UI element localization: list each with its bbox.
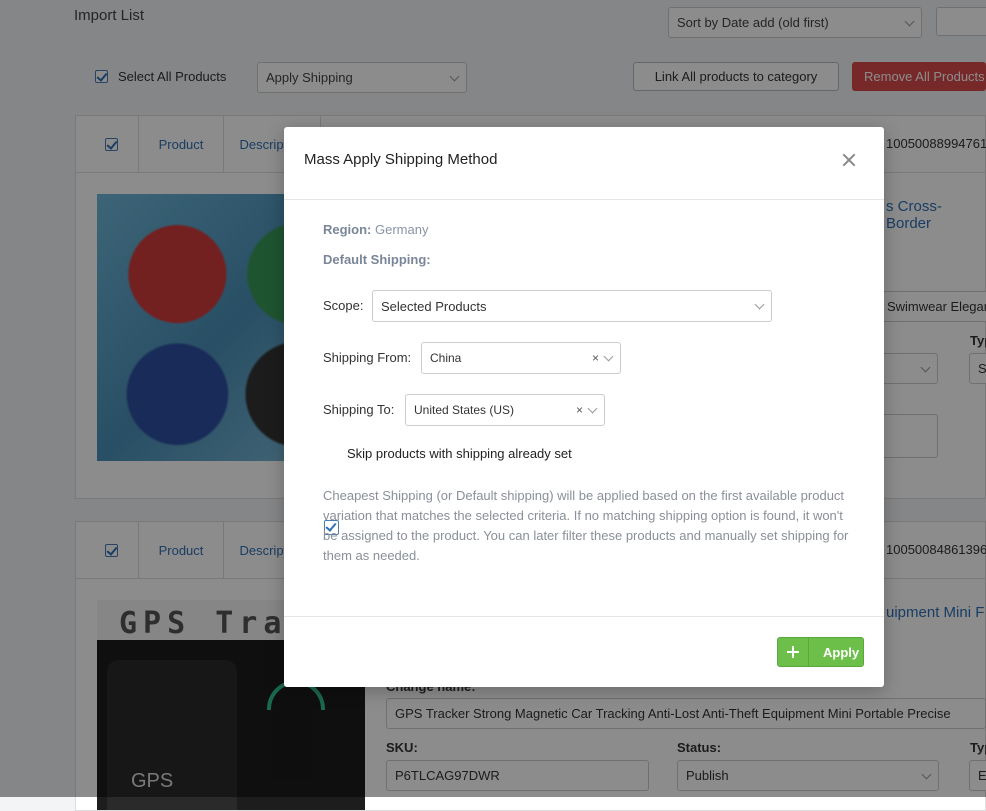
region-info: Region: Germany <box>323 222 428 237</box>
shipping-from-value: China <box>430 351 462 365</box>
scope-select[interactable]: Selected Products <box>372 290 772 322</box>
shipping-to-select[interactable]: United States (US) × <box>405 394 605 426</box>
mass-apply-shipping-modal: Mass Apply Shipping Method Region: Germa… <box>284 127 884 687</box>
shipping-note: Cheapest Shipping (or Default shipping) … <box>323 488 849 563</box>
chevron-down-icon <box>754 299 765 310</box>
clear-icon[interactable]: × <box>592 351 599 365</box>
region-value: Germany <box>375 222 429 237</box>
shipping-from-select[interactable]: China × <box>421 342 621 374</box>
default-shipping-label: Default Shipping: <box>323 252 431 267</box>
close-icon[interactable] <box>842 153 856 167</box>
shipping-from-label: Shipping From: <box>323 350 412 365</box>
apply-label: Apply <box>823 644 860 660</box>
skip-label: Skip products with shipping already set <box>347 446 572 461</box>
modal-header: Mass Apply Shipping Method <box>284 127 884 200</box>
scope-value: Selected Products <box>381 298 487 314</box>
region-label: Region: <box>323 222 372 237</box>
default-shipping-info: Default Shipping: <box>323 252 431 267</box>
chevron-down-icon <box>587 403 598 414</box>
shipping-to-value: United States (US) <box>414 403 515 417</box>
modal-title: Mass Apply Shipping Method <box>304 151 498 168</box>
modal-footer: Apply <box>284 616 884 687</box>
shipping-to-label: Shipping To: <box>323 402 395 417</box>
chevron-down-icon <box>603 351 614 362</box>
clear-icon[interactable]: × <box>576 403 583 417</box>
plus-icon <box>778 638 809 666</box>
scope-label: Scope: <box>323 298 364 313</box>
apply-button[interactable]: Apply <box>777 637 864 667</box>
